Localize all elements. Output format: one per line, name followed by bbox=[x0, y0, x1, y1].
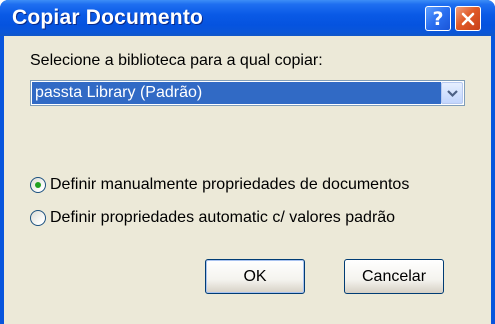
dropdown-button[interactable] bbox=[441, 82, 463, 104]
cancel-button[interactable]: Cancelar bbox=[344, 259, 444, 294]
radio-label-automatic[interactable]: Definir propriedades automatic c/ valore… bbox=[50, 209, 395, 227]
window-title: Copiar Documento bbox=[12, 6, 204, 29]
radio-button-automatic[interactable] bbox=[30, 210, 46, 226]
ok-button[interactable]: OK bbox=[205, 259, 305, 294]
radio-button-manual[interactable] bbox=[30, 177, 46, 193]
radio-label-manual[interactable]: Definir manualmente propriedades de docu… bbox=[50, 176, 409, 194]
help-button[interactable]: ? bbox=[425, 6, 451, 31]
close-icon bbox=[461, 12, 475, 25]
radio-option-manual[interactable]: Definir manualmente propriedades de docu… bbox=[30, 174, 409, 196]
library-prompt-label: Selecione a biblioteca para a qual copia… bbox=[30, 52, 323, 69]
help-icon: ? bbox=[432, 7, 444, 30]
library-select-value[interactable]: passta Library (Padrão) bbox=[32, 82, 441, 104]
library-select[interactable]: passta Library (Padrão) bbox=[30, 80, 465, 106]
radio-option-automatic[interactable]: Definir propriedades automatic c/ valore… bbox=[30, 207, 395, 229]
close-button[interactable] bbox=[455, 6, 481, 31]
title-bar[interactable]: Copiar Documento ? bbox=[0, 0, 495, 36]
chevron-down-icon bbox=[447, 90, 458, 98]
